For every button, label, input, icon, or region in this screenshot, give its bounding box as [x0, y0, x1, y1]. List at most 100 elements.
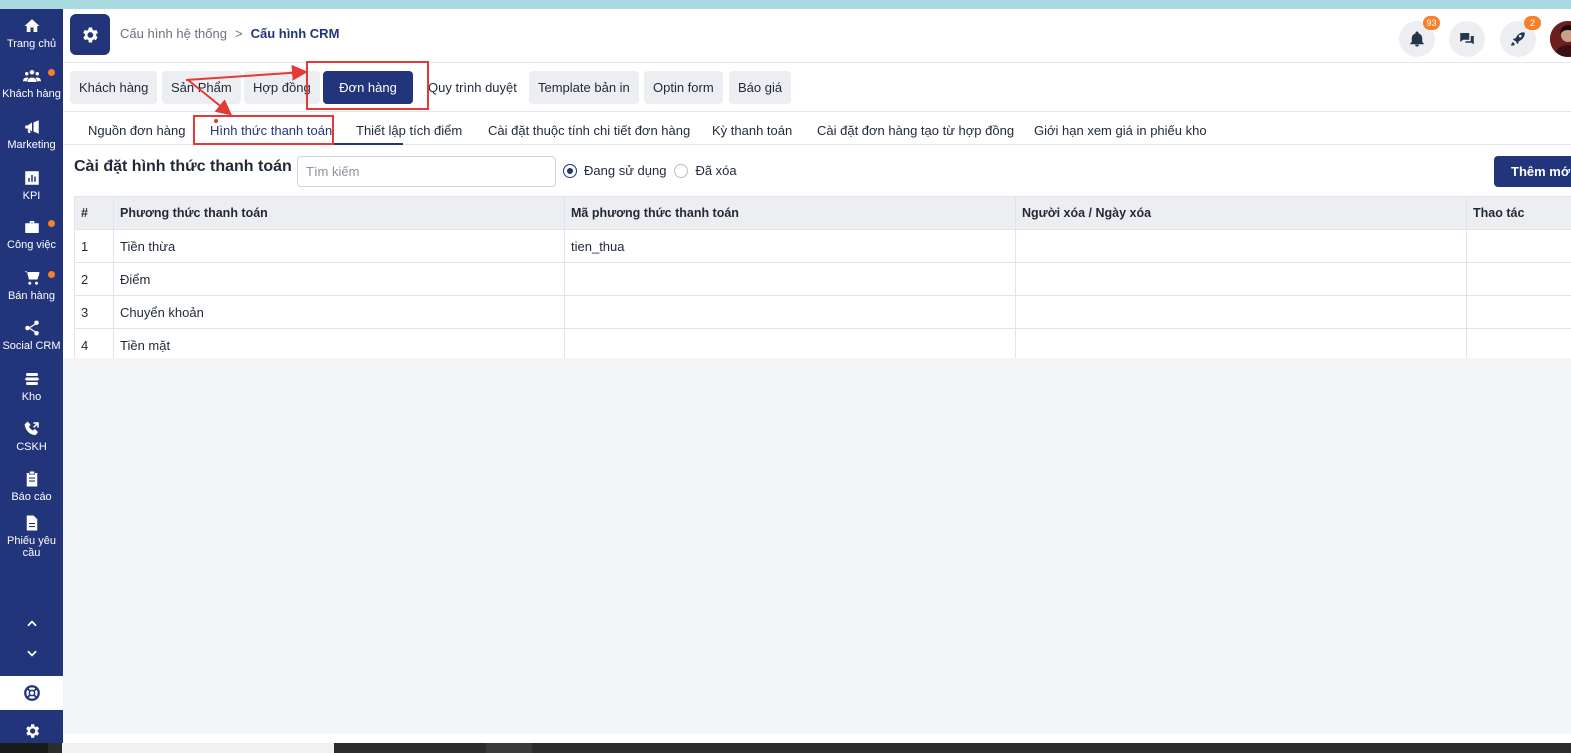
support-button[interactable]: [0, 676, 63, 710]
sidebar-item-label: Trang chủ: [6, 38, 57, 50]
radio-deleted-label: Đã xóa: [695, 163, 737, 178]
cell-deleted-by: [1015, 328, 1467, 362]
sidebar-item-home[interactable]: Trang chủ: [0, 17, 63, 50]
cell-code: [564, 295, 1016, 329]
warehouse-icon: [24, 373, 39, 385]
sidebar-item-kpi[interactable]: KPI: [0, 169, 63, 202]
chat-icon: [1460, 33, 1474, 45]
sidebar-item-label: Khách hàng: [2, 88, 61, 100]
rocket-badge: 2: [1524, 16, 1541, 30]
table-row[interactable]: 2 Điểm: [74, 262, 1571, 296]
cell-actions[interactable]: [1466, 262, 1571, 296]
tab-warehouse-price-limit[interactable]: Giới hạn xem giá in phiếu kho: [1034, 123, 1207, 138]
taskbar-segment: [0, 743, 48, 753]
sidebar-item-label: Công việc: [7, 239, 56, 251]
tab-quotation[interactable]: Báo giá: [729, 71, 792, 104]
sidebar-item-label: Kho: [21, 391, 42, 403]
annotation-box-payment: [193, 115, 334, 145]
sidebar-item-requests[interactable]: Phiếu yêu cầu: [0, 514, 63, 559]
system-config-button[interactable]: [70, 14, 110, 55]
column-header: #: [74, 196, 114, 230]
users-icon: [22, 70, 41, 82]
sidebar-item-label: Phiếu yêu cầu: [7, 535, 56, 559]
tab-optin-form[interactable]: Optin form: [644, 71, 723, 104]
rocket-button[interactable]: 2: [1500, 16, 1541, 57]
annotation-box-orders: [306, 61, 429, 110]
sidebar-item-social-crm[interactable]: Social CRM: [0, 319, 63, 352]
tab-order-from-contract[interactable]: Cài đặt đơn hàng tạo từ hợp đồng: [817, 123, 1014, 138]
table-row[interactable]: 4 Tiền mặt: [74, 328, 1571, 362]
sidebar-item-label: KPI: [22, 190, 41, 202]
notification-dot: [48, 271, 55, 278]
breadcrumb: Cấu hình hệ thống > Cấu hình CRM: [120, 26, 339, 41]
cell-actions[interactable]: [1466, 229, 1571, 263]
tab-approval-process[interactable]: Quy trình duyệt: [419, 71, 526, 104]
share-icon: [24, 320, 39, 336]
column-header: Người xóa / Ngày xóa: [1015, 196, 1467, 230]
cell-index: 3: [74, 295, 114, 329]
home-icon: [24, 19, 39, 32]
breadcrumb-current: Cấu hình CRM: [250, 26, 340, 41]
tab-print-template[interactable]: Template bản in: [529, 71, 639, 104]
radio-deleted[interactable]: [674, 163, 689, 178]
column-header: Thao tác: [1466, 196, 1571, 230]
avatar[interactable]: [1550, 21, 1571, 57]
chevron-right-icon: >: [234, 26, 243, 41]
tab-order-source[interactable]: Nguồn đơn hàng: [88, 123, 185, 138]
sidebar-item-label: CSKH: [16, 441, 47, 453]
sidebar-item-customers[interactable]: Khách hàng: [0, 67, 63, 100]
cart-icon: [24, 271, 39, 285]
document-icon: [26, 515, 37, 531]
gear-icon: [25, 724, 39, 738]
cell-method: Tiền thừa: [113, 229, 565, 263]
cell-index: 4: [74, 328, 114, 362]
megaphone-icon: [24, 120, 39, 134]
notification-dot: [48, 220, 55, 227]
notification-badge: 93: [1423, 16, 1440, 30]
table-row[interactable]: 1 Tiền thừa tien_thua: [74, 229, 1571, 263]
sidebar-item-label: Bán hàng: [7, 290, 56, 302]
cell-deleted-by: [1015, 262, 1467, 296]
radio-active-label: Đang sử dụng: [584, 163, 667, 178]
search-input[interactable]: [297, 156, 556, 187]
tab-customers[interactable]: Khách hàng: [70, 71, 158, 104]
sidebar-item-label: Social CRM: [2, 340, 61, 352]
sidebar-item-sales[interactable]: Bán hàng: [0, 269, 63, 302]
tab-points-setup[interactable]: Thiết lập tích điểm: [356, 123, 462, 138]
table-row[interactable]: 3 Chuyển khoản: [74, 295, 1571, 329]
sidebar-item-label: Marketing: [7, 139, 56, 151]
cell-method: Điểm: [113, 262, 565, 296]
add-new-button[interactable]: Thêm mới: [1494, 156, 1571, 187]
payment-methods-table: # Phương thức thanh toán Mã phương thức …: [74, 196, 1571, 362]
notifications-button[interactable]: 93: [1399, 16, 1440, 57]
breadcrumb-parent[interactable]: Cấu hình hệ thống: [120, 26, 227, 41]
rocket-icon: [1511, 32, 1525, 46]
chevron-up-icon[interactable]: [0, 617, 63, 634]
status-filter: Đang sử dụng Đã xóa: [563, 163, 737, 178]
cell-actions[interactable]: [1466, 295, 1571, 329]
cell-method: Chuyển khoản: [113, 295, 565, 329]
chat-button[interactable]: [1449, 21, 1485, 57]
sidebar: Trang chủ Khách hàng Marketing KPI Công …: [0, 9, 63, 753]
tab-payment-period[interactable]: Kỳ thanh toán: [712, 123, 792, 138]
taskbar-segment: [62, 743, 334, 753]
sidebar-item-warehouse[interactable]: Kho: [0, 370, 63, 403]
radio-active[interactable]: [563, 163, 577, 178]
tab-order-detail-attributes[interactable]: Cài đặt thuộc tính chi tiết đơn hàng: [488, 123, 690, 138]
cell-deleted-by: [1015, 229, 1467, 263]
lifebuoy-icon: [23, 685, 40, 701]
sidebar-item-tasks[interactable]: Công việc: [0, 218, 63, 251]
sidebar-item-label: Báo cáo: [11, 491, 52, 503]
taskbar-segment: [486, 743, 532, 753]
sidebar-item-reports[interactable]: Báo cáo: [0, 470, 63, 503]
chevron-down-icon[interactable]: [0, 646, 63, 663]
phone-icon: [24, 421, 39, 435]
sidebar-item-marketing[interactable]: Marketing: [0, 118, 63, 151]
sidebar-item-customer-care[interactable]: CSKH: [0, 420, 63, 453]
cell-deleted-by: [1015, 295, 1467, 329]
header: Cấu hình hệ thống > Cấu hình CRM 93 2: [63, 9, 1571, 63]
tab-products[interactable]: Sản Phẩm: [162, 71, 241, 104]
cell-actions[interactable]: [1466, 328, 1571, 362]
notification-dot: [48, 69, 55, 76]
gear-icon: [83, 27, 98, 42]
